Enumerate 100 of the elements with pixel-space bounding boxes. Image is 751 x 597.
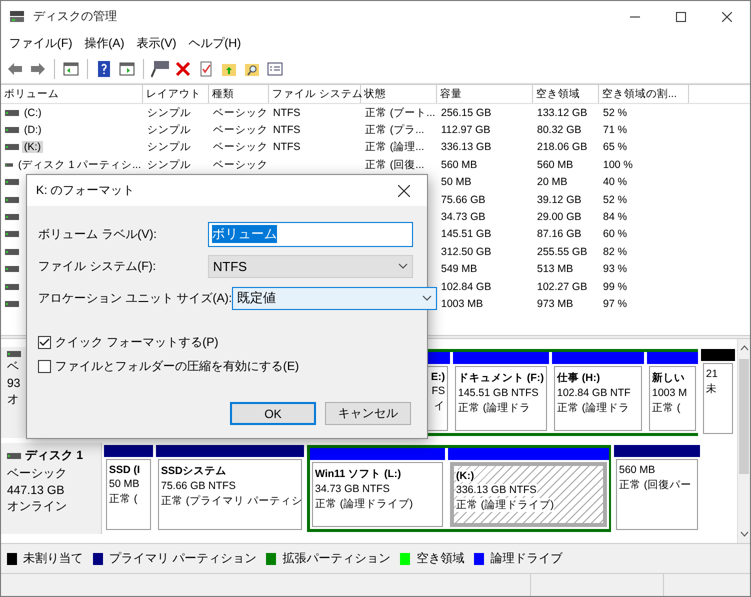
column-header[interactable]: 状態: [361, 85, 437, 103]
scroll-down-icon[interactable]: [740, 531, 748, 537]
table-cell: 145.51 GB: [441, 228, 492, 240]
checkbox[interactable]: [38, 336, 51, 348]
checkbox[interactable]: [38, 360, 51, 372]
column-header[interactable]: レイアウト: [143, 85, 209, 103]
partition-bar: [647, 352, 698, 364]
table-cell: ベーシック: [213, 140, 268, 154]
disk-info: オンライン: [7, 498, 67, 515]
drive-icon: [5, 144, 19, 150]
legend-label: 未割り当て: [23, 550, 83, 567]
disk-management-icon: [9, 10, 25, 24]
partition[interactable]: 新しい 1003 M 正常 (: [649, 366, 696, 431]
disk-info: ベーシック: [7, 465, 67, 482]
table-cell: シンプル: [147, 106, 191, 120]
table-cell: ベーシック: [213, 106, 268, 120]
table-cell: 60 %: [603, 228, 627, 240]
table-cell: 71 %: [603, 124, 627, 136]
partition[interactable]: SSD (I 50 MB 正常 (: [106, 459, 151, 530]
checkbox-label[interactable]: クイック フォーマットする(P): [55, 334, 218, 350]
volume-label-field[interactable]: ボリューム: [208, 222, 413, 246]
drive-icon: [5, 127, 19, 134]
partition[interactable]: 21 未: [703, 363, 733, 434]
table-cell: 75.66 GB: [441, 194, 486, 206]
partition[interactable]: Win11 ソフト (L:) 34.73 GB NTFS 正常 (論理ドライブ): [312, 462, 443, 527]
drive-icon: [5, 266, 19, 272]
properties-icon: [266, 60, 284, 78]
scrollbar-thumb[interactable]: [739, 359, 749, 474]
table-cell: 93 %: [603, 263, 627, 276]
ok-button[interactable]: OK: [230, 402, 316, 425]
partition[interactable]: 仕事 (H:) 102.84 GB NTF 正常 (論理ドラ: [554, 366, 642, 431]
table-cell: 102.84 GB: [441, 280, 492, 293]
drive-icon: [5, 248, 19, 255]
table-cell: 52 %: [603, 194, 627, 206]
close-icon: [398, 184, 410, 196]
menu-item[interactable]: 操作(A): [78, 34, 130, 52]
menu-item[interactable]: ファイル(F): [3, 34, 78, 52]
table-cell: 39.12 GB: [537, 194, 582, 206]
table-cell: 102.27 GB: [537, 280, 588, 293]
table-cell[interactable]: (C:): [22, 106, 44, 119]
legend-label: 論理ドライブ: [490, 550, 562, 567]
table-cell: ベーシック: [213, 158, 268, 172]
partition[interactable]: SSDシステム 75.66 GB NTFS 正常 (プライマリ パーティシ: [158, 459, 302, 530]
legend-label: プライマリ パーティション: [109, 550, 256, 567]
pane-icon: [118, 60, 136, 78]
disk-name: ディスク 1: [25, 447, 84, 464]
disk-info: 447.13 GB: [7, 483, 64, 497]
delete-icon: [174, 60, 192, 78]
window-title: ディスクの管理: [33, 8, 118, 25]
table-cell: 正常 (回復...: [365, 158, 424, 172]
table-cell: 100 %: [603, 158, 633, 171]
partition[interactable]: (K:) 336.13 GB NTFS 正常 (論理ドライブ): [450, 462, 607, 527]
table-cell[interactable]: (D:): [22, 124, 44, 136]
chevron-down-icon: [398, 263, 408, 269]
disk-info: ベ: [7, 358, 19, 375]
table-cell: 50 MB: [441, 176, 472, 188]
column-header[interactable]: ボリューム: [1, 85, 143, 103]
column-header[interactable]: 容量: [437, 85, 533, 103]
table-cell: 133.12 GB: [537, 106, 588, 119]
table-cell: 513 MB: [537, 263, 574, 276]
scrollbar[interactable]: [737, 339, 750, 543]
table-cell: NTFS: [273, 141, 300, 154]
help-icon: [95, 60, 113, 78]
menu-item[interactable]: ヘルプ(H): [182, 34, 247, 52]
table-cell: シンプル: [147, 158, 191, 172]
partition-bar: [701, 349, 735, 361]
cancel-button[interactable]: キャンセル: [325, 402, 411, 425]
drive-icon: [5, 214, 19, 220]
table-cell: 218.06 GB: [537, 141, 588, 154]
column-header[interactable]: 種類: [209, 85, 269, 103]
drive-icon: [5, 300, 19, 307]
column-header[interactable]: ファイル システム: [269, 85, 361, 103]
checkbox-label[interactable]: ファイルとフォルダーの圧縮を有効にする(E): [55, 358, 299, 374]
chevron-down-icon: [422, 295, 432, 301]
partition[interactable]: 560 MB 正常 (回復パー: [616, 459, 698, 530]
column-header[interactable]: 空き領域の割...: [599, 85, 689, 103]
table-cell[interactable]: (ディスク 1 パーティシ...: [16, 158, 143, 172]
drive-icon: [7, 452, 21, 458]
table-cell: 256.15 GB: [441, 106, 492, 119]
menu-item[interactable]: 表示(V): [130, 34, 182, 52]
column-header[interactable]: 空き領域: [533, 85, 599, 103]
disk-info: 93: [7, 376, 20, 390]
table-cell: 40 %: [603, 176, 627, 188]
table-cell: 29.00 GB: [537, 211, 582, 224]
legend-label: 拡張パーティション: [282, 550, 390, 567]
dropdown[interactable]: 既定値: [232, 286, 437, 310]
legend-label: 空き領域: [416, 550, 464, 567]
table-cell: ベーシック: [213, 123, 268, 138]
table-cell: 80.32 GB: [537, 124, 582, 136]
scroll-up-icon[interactable]: [740, 345, 748, 351]
table-cell: 99 %: [603, 280, 627, 293]
table-cell: 87.16 GB: [537, 228, 582, 240]
table-cell: 255.55 GB: [537, 246, 588, 258]
table-cell: 正常 (プラ...: [365, 123, 424, 138]
table-cell: 正常 (論理...: [365, 140, 424, 154]
drive-icon: [5, 284, 19, 290]
table-cell[interactable]: (K:): [22, 141, 43, 154]
table-cell: 正常 (ブート...: [365, 106, 436, 120]
table-cell: 65 %: [603, 141, 627, 154]
partition[interactable]: ドキュメント (F:) 145.51 GB NTFS 正常 (論理ドラ: [455, 366, 547, 431]
